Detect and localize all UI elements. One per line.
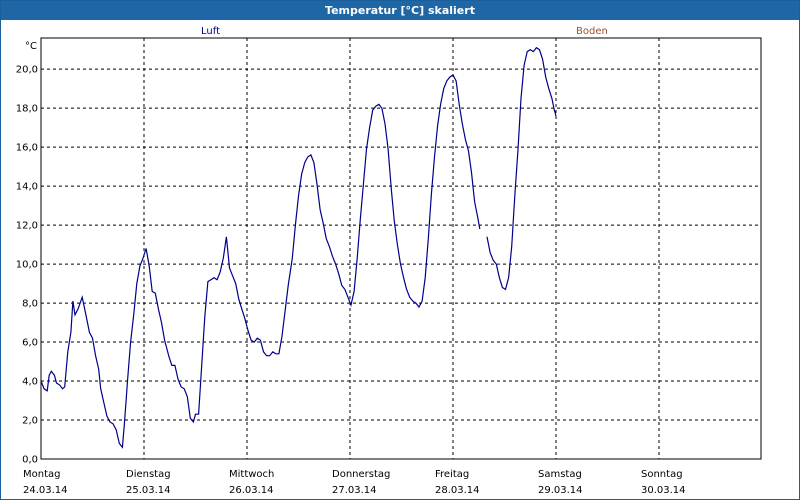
- x-tick-date: 25.03.14: [126, 485, 171, 496]
- x-tick-date: 29.03.14: [538, 485, 583, 496]
- y-tick-label: 20,0: [16, 65, 38, 76]
- x-tick-date: 26.03.14: [229, 485, 274, 496]
- x-tick-date: 27.03.14: [332, 485, 377, 496]
- x-tick-date: 30.03.14: [641, 485, 686, 496]
- plot-frame: [40, 37, 762, 460]
- y-axis-unit: °C: [25, 41, 37, 52]
- x-tick-date: 24.03.14: [23, 485, 68, 496]
- x-tick-day: Donnerstag: [332, 469, 390, 480]
- x-tick-day: Dienstag: [126, 469, 171, 480]
- x-tick-day: Montag: [23, 469, 60, 480]
- x-tick-day: Samstag: [538, 469, 582, 480]
- series-line-luft: [486, 46, 557, 291]
- y-tick-label: 14,0: [16, 182, 38, 193]
- x-tick-day: Freitag: [435, 469, 469, 480]
- y-tick-label: 16,0: [16, 143, 38, 154]
- y-tick-label: 12,0: [16, 221, 38, 232]
- y-tick-label: 18,0: [16, 104, 38, 115]
- x-tick-date: 28.03.14: [435, 485, 480, 496]
- y-tick-label: 8,0: [22, 299, 38, 310]
- y-tick-label: 0,0: [22, 455, 38, 466]
- x-tick-day: Mittwoch: [229, 469, 274, 480]
- y-tick-label: 2,0: [22, 416, 38, 427]
- temperature-plot: 0,0 2,0 4,0 6,0 8,0 10,0 12,0 14,0 16,0 18,0 20,0 °…: [16, 37, 762, 496]
- series-line-luft: [40, 74, 481, 449]
- y-tick-label: 10,0: [16, 260, 38, 271]
- x-tick-day: Sonntag: [641, 469, 683, 480]
- y-tick-label: 4,0: [22, 377, 38, 388]
- chart-window: Temperatur [°C] skaliert Luft Boden 0,0 2…: [0, 0, 800, 500]
- y-tick-label: 6,0: [22, 338, 38, 349]
